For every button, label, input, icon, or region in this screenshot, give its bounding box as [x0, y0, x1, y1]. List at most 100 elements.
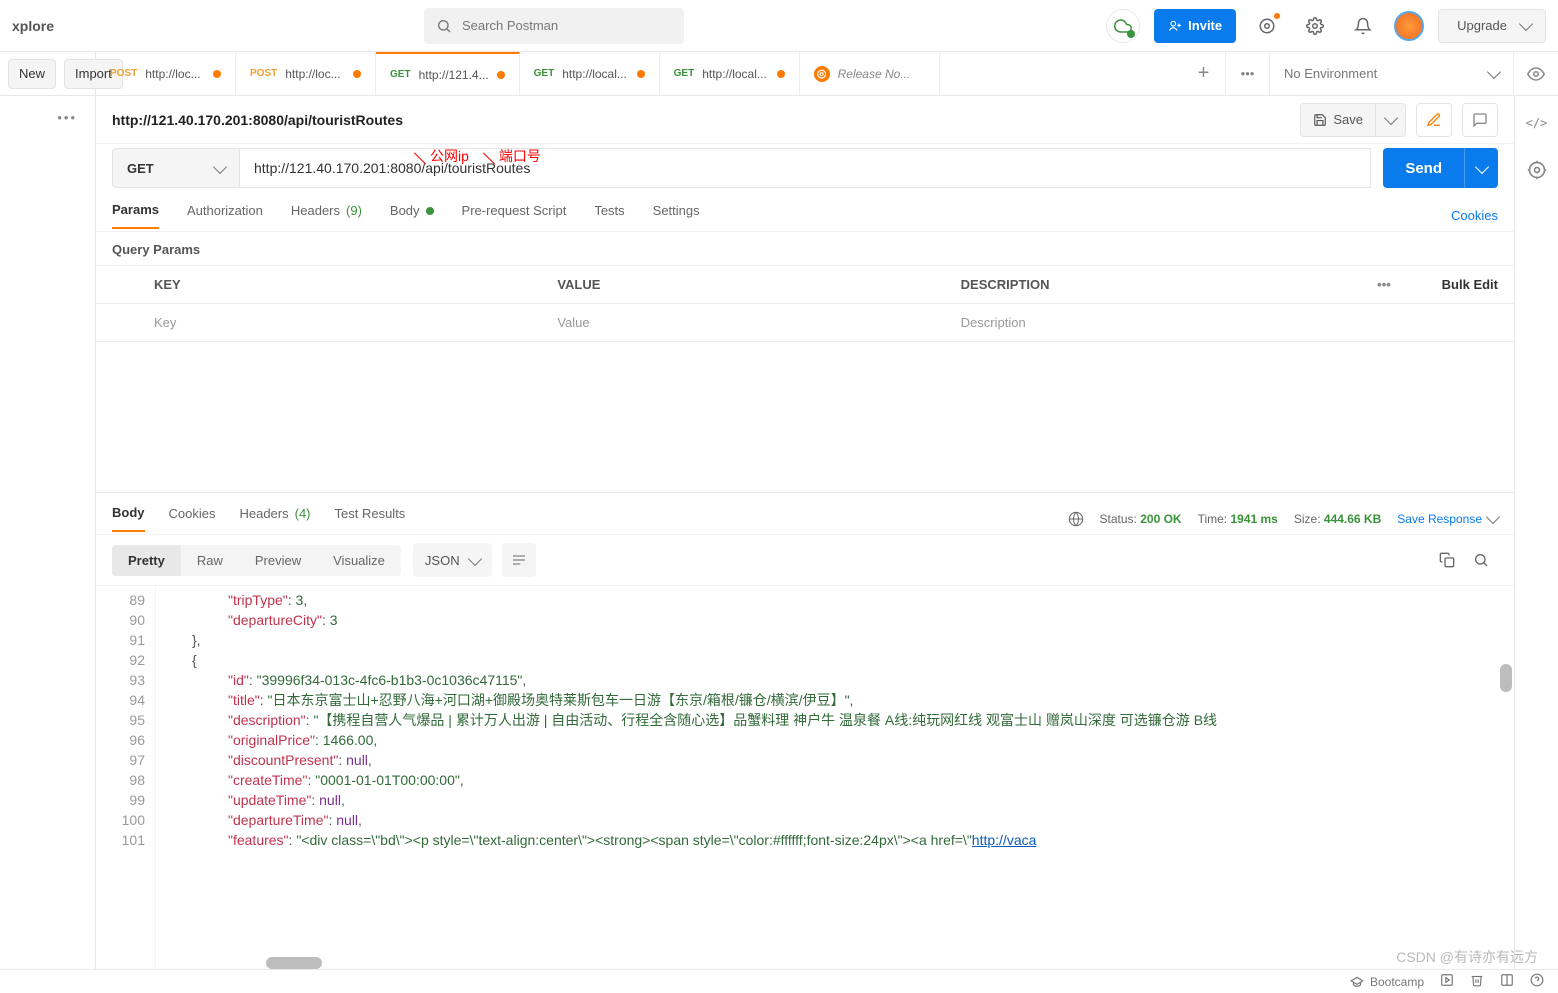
- scrollbar-thumb[interactable]: [266, 957, 322, 969]
- code-content[interactable]: "tripType": 3,"departureCity": 3},{"id":…: [156, 586, 1514, 969]
- right-rail: </>: [1514, 96, 1558, 969]
- invite-button[interactable]: Invite: [1154, 9, 1236, 43]
- tab-settings[interactable]: Settings: [653, 203, 700, 228]
- search-response-icon[interactable]: [1464, 543, 1498, 577]
- status-value: 200 OK: [1140, 512, 1181, 526]
- url-input[interactable]: http://121.40.170.201:8080/api/touristRo…: [240, 148, 1371, 188]
- unsaved-dot-icon: [637, 70, 645, 78]
- format-select[interactable]: JSON: [413, 543, 492, 577]
- scrollbar-thumb[interactable]: [1500, 664, 1512, 692]
- bootcamp-link[interactable]: Bootcamp: [1350, 975, 1424, 989]
- time-value: 1941 ms: [1230, 512, 1277, 526]
- tab-headers[interactable]: Headers (9): [291, 203, 362, 228]
- new-button[interactable]: New: [8, 59, 56, 89]
- tab-title: http://loc...: [285, 67, 345, 81]
- resp-tab-body[interactable]: Body: [112, 505, 145, 532]
- request-breadcrumb: http://121.40.170.201:8080/api/touristRo…: [112, 112, 403, 128]
- response-body[interactable]: 8990919293949596979899100101 "tripType":…: [96, 586, 1514, 969]
- runner-icon[interactable]: [1440, 973, 1454, 990]
- description-input[interactable]: Description: [951, 315, 1354, 330]
- upgrade-label: Upgrade: [1457, 18, 1507, 33]
- col-more-icon[interactable]: •••: [1354, 277, 1414, 292]
- value-input[interactable]: Value: [547, 315, 950, 330]
- scrollbar-horizontal[interactable]: [156, 955, 1500, 969]
- key-input[interactable]: Key: [144, 315, 547, 330]
- unsaved-dot-icon: [777, 70, 785, 78]
- search-input[interactable]: Search Postman: [424, 8, 684, 44]
- tab-prerequest[interactable]: Pre-request Script: [462, 203, 567, 228]
- chevron-down-icon: [1474, 159, 1488, 173]
- request-tab[interactable]: POST http://loc...: [236, 52, 376, 95]
- mode-pretty[interactable]: Pretty: [112, 545, 181, 576]
- request-tab[interactable]: GET http://121.4...: [376, 52, 520, 95]
- upgrade-button[interactable]: Upgrade: [1438, 9, 1546, 43]
- explore-section[interactable]: xplore: [12, 18, 54, 34]
- send-button[interactable]: Send: [1383, 148, 1464, 188]
- main-pane: http://121.40.170.201:8080/api/touristRo…: [96, 96, 1514, 969]
- request-tabs: Params Authorization Headers (9) Body Pr…: [96, 192, 1514, 232]
- bulk-edit-link[interactable]: Bulk Edit: [1414, 277, 1514, 292]
- save-button[interactable]: Save: [1300, 103, 1376, 137]
- globe-icon[interactable]: [1068, 511, 1084, 527]
- code-snippet-icon[interactable]: </>: [1526, 116, 1548, 130]
- sync-activity-icon[interactable]: [1250, 9, 1284, 43]
- topbar-actions: Invite Upgrade: [1106, 9, 1546, 43]
- unsaved-dot-icon: [353, 70, 361, 78]
- tab-title: http://local...: [562, 67, 628, 81]
- scrollbar-vertical[interactable]: [1498, 586, 1512, 969]
- mode-visualize[interactable]: Visualize: [317, 545, 401, 576]
- info-tips-icon[interactable]: [1527, 160, 1547, 183]
- cookies-link[interactable]: Cookies: [1451, 208, 1498, 223]
- table-row[interactable]: Key Value Description: [96, 304, 1514, 342]
- size-value: 444.66 KB: [1324, 512, 1381, 526]
- tab-title: http://121.4...: [419, 68, 489, 82]
- send-dropdown[interactable]: [1464, 148, 1498, 188]
- resp-tab-tests[interactable]: Test Results: [335, 506, 406, 531]
- save-response-link[interactable]: Save Response: [1397, 512, 1498, 526]
- env-quicklook-icon[interactable]: [1514, 52, 1558, 95]
- avatar[interactable]: [1394, 11, 1424, 41]
- tab-title: http://local...: [702, 67, 768, 81]
- save-label: Save: [1333, 112, 1363, 127]
- sync-icon[interactable]: [1106, 9, 1140, 43]
- request-tab[interactable]: GET http://local...: [660, 52, 800, 95]
- settings-icon[interactable]: [1298, 9, 1332, 43]
- edit-icon[interactable]: [1416, 103, 1452, 137]
- request-tab[interactable]: GET http://local...: [520, 52, 660, 95]
- tab-tests[interactable]: Tests: [594, 203, 624, 228]
- comment-icon[interactable]: [1462, 103, 1498, 137]
- col-key: KEY: [144, 277, 547, 292]
- resp-tab-headers[interactable]: Headers (4): [239, 506, 310, 531]
- tab-overflow-icon[interactable]: •••: [1226, 52, 1270, 95]
- chevron-down-icon: [1487, 65, 1501, 79]
- view-mode-group: Pretty Raw Preview Visualize: [112, 545, 401, 576]
- sidebar-more-icon[interactable]: •••: [39, 102, 95, 969]
- tab-authorization[interactable]: Authorization: [187, 203, 263, 228]
- help-icon[interactable]: [1530, 973, 1544, 990]
- trash-icon[interactable]: [1470, 973, 1484, 990]
- mode-preview[interactable]: Preview: [239, 545, 317, 576]
- chevron-down-icon: [468, 551, 482, 565]
- request-tab[interactable]: POST http://loc...: [96, 52, 236, 95]
- params-table: KEY VALUE DESCRIPTION ••• Bulk Edit Key …: [96, 265, 1514, 342]
- bell-icon[interactable]: [1346, 9, 1380, 43]
- resp-tab-cookies[interactable]: Cookies: [169, 506, 216, 531]
- environment-select[interactable]: No Environment: [1270, 52, 1514, 95]
- format-label: JSON: [425, 553, 460, 568]
- wrap-lines-icon[interactable]: [502, 543, 536, 577]
- method-select[interactable]: GET: [112, 148, 240, 188]
- tab-body[interactable]: Body: [390, 203, 434, 228]
- mode-raw[interactable]: Raw: [181, 545, 239, 576]
- copy-icon[interactable]: [1430, 543, 1464, 577]
- tab-params[interactable]: Params: [112, 202, 159, 229]
- new-tab-button[interactable]: +: [1182, 52, 1226, 95]
- two-pane-icon[interactable]: [1500, 973, 1514, 990]
- chevron-down-icon: [1519, 17, 1533, 31]
- chevron-down-icon: [213, 159, 227, 173]
- save-dropdown[interactable]: [1376, 103, 1406, 137]
- url-row: 公网ip 端口号 GET http://121.40.170.201:8080/…: [96, 144, 1514, 192]
- method-badge: POST: [250, 68, 277, 79]
- explore-label: xplore: [12, 18, 54, 34]
- method-badge: GET: [390, 69, 411, 80]
- release-notes-tab[interactable]: ◎Release No...: [800, 52, 940, 95]
